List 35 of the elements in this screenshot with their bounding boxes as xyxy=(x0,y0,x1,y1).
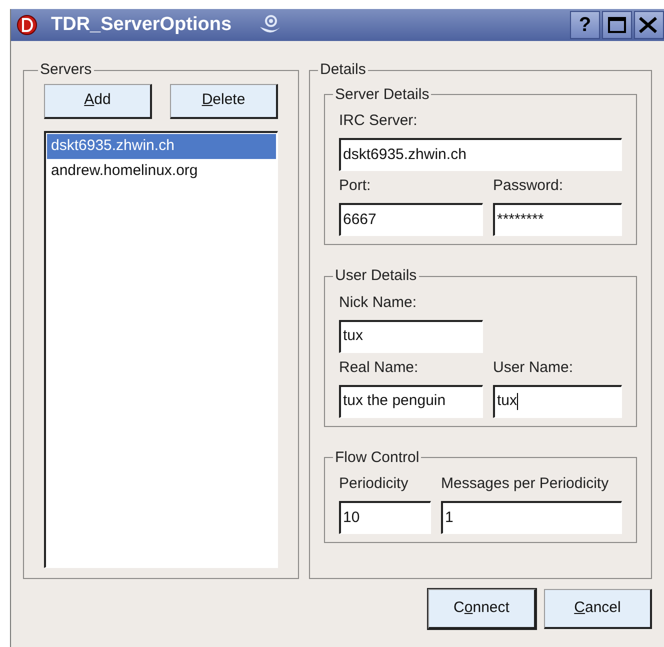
field-label: Nick Name: xyxy=(339,292,418,312)
field-label: Periodicity xyxy=(339,474,410,494)
window-title: TDR_ServerOptions xyxy=(51,12,232,37)
connect-button[interactable]: Connect xyxy=(428,589,536,629)
input-field[interactable]: tux xyxy=(339,320,483,352)
group-title: Flow Control xyxy=(334,448,420,468)
delete-button[interactable]: Delete xyxy=(170,84,278,118)
group-title: Servers xyxy=(39,60,93,80)
add-button[interactable]: Add xyxy=(44,84,152,118)
input-field[interactable]: 10 xyxy=(339,501,431,534)
app-icon xyxy=(17,15,37,35)
field-label: Port: xyxy=(339,176,372,196)
input-field[interactable]: tux xyxy=(493,384,622,418)
cancel-button[interactable]: Cancel xyxy=(544,589,652,629)
input-field[interactable]: 6667 xyxy=(339,203,483,236)
list-item[interactable]: andrew.homelinux.org xyxy=(47,158,276,184)
field-label: Password: xyxy=(493,176,564,196)
input-field[interactable]: ******** xyxy=(493,203,622,236)
group-title: Server Details xyxy=(334,84,430,104)
maximize-button[interactable] xyxy=(602,11,632,39)
close-button[interactable] xyxy=(634,11,664,39)
field-label: Messages per Periodicity xyxy=(441,474,610,494)
server-list[interactable]: dskt6935.zhwin.ch andrew.homelinux.org xyxy=(44,130,278,568)
list-item[interactable]: dskt6935.zhwin.ch xyxy=(47,134,276,158)
close-icon xyxy=(639,17,657,33)
field-label: Real Name: xyxy=(339,358,420,378)
group-title: Details xyxy=(319,60,367,80)
help-button[interactable]: ? xyxy=(570,11,600,39)
input-field[interactable]: 1 xyxy=(441,501,622,534)
group-title: User Details xyxy=(334,266,418,286)
field-label: IRC Server: xyxy=(339,111,418,131)
maximize-icon xyxy=(608,17,626,33)
input-field[interactable]: tux the penguin xyxy=(339,384,483,418)
input-field[interactable]: dskt6935.zhwin.ch xyxy=(339,138,622,171)
field-label: User Name: xyxy=(493,358,574,378)
